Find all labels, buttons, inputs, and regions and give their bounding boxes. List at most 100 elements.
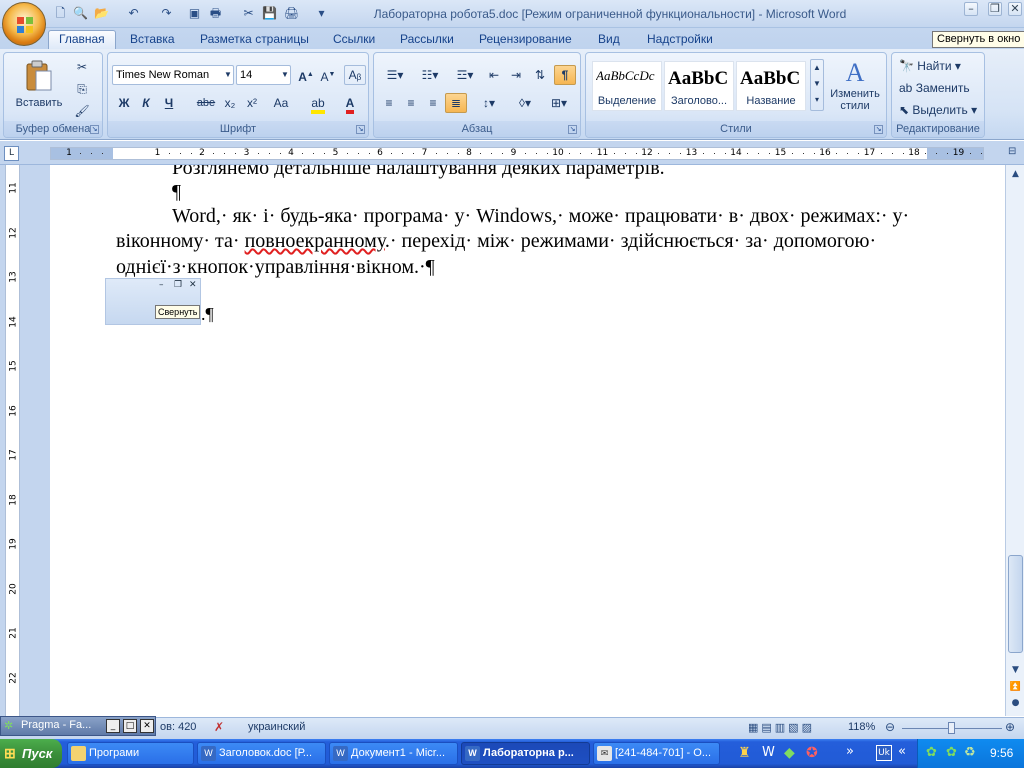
taskbar-item-zagolovok[interactable]: W Заголовок.doc [Р... — [197, 742, 326, 765]
embedded-window-controls-image[interactable]: – ❐ ✕ Свернуть — [105, 278, 201, 325]
font-color-icon[interactable]: A — [336, 93, 364, 114]
select-browse-object-icon[interactable]: ● — [1008, 696, 1023, 711]
pragma-close-button[interactable]: ✕ — [140, 719, 154, 733]
strikethrough-button[interactable]: abe — [194, 93, 218, 113]
borders-icon[interactable]: ⊞▾ — [544, 93, 574, 113]
language-switch[interactable]: Uk — [876, 745, 892, 761]
grow-font-button[interactable]: A▲ — [296, 65, 316, 85]
align-right-icon[interactable]: ≡ — [423, 93, 443, 113]
view-buttons[interactable]: ▦▤▥▧▨ — [748, 721, 838, 736]
vertical-ruler[interactable]: 11 12 13 14 15 16 17 18 19 20 21 22 — [5, 165, 20, 716]
dialog-launcher-icon[interactable]: ↘ — [90, 125, 99, 134]
quicklaunch-app3-icon[interactable]: ✪ — [806, 745, 818, 761]
language-indicator[interactable]: украинский — [248, 721, 305, 733]
tray-network-icon[interactable]: ✿ — [926, 745, 937, 760]
sort-icon[interactable]: ⇅ — [530, 65, 550, 85]
zoom-in-icon[interactable]: ⊕ — [1005, 720, 1015, 734]
style-heading[interactable]: AaBbC Заголово... — [664, 61, 734, 111]
close-button[interactable]: ✕ — [1008, 2, 1022, 16]
print-icon[interactable]: 🖶 — [207, 5, 224, 22]
save-icon[interactable]: 💾 — [261, 5, 278, 22]
quicklaunch-app2-icon[interactable]: ◆ — [784, 745, 795, 761]
italic-button[interactable]: К — [136, 93, 156, 113]
taskbar-item-document1[interactable]: W Документ1 - Micr... — [329, 742, 458, 765]
scroll-down-icon[interactable]: ▼ — [1008, 663, 1023, 678]
bold-button[interactable]: Ж — [114, 93, 134, 113]
multilevel-list-icon[interactable]: ☲▾ — [449, 65, 481, 85]
tab-mailings[interactable]: Рассылки — [400, 32, 454, 50]
new-doc-icon[interactable]: 🗋 — [52, 5, 69, 22]
taskbar-item-messenger[interactable]: ✉ [241-484-701] - О... — [593, 742, 720, 765]
redo-icon[interactable]: ↷ — [158, 5, 175, 22]
tab-review[interactable]: Рецензирование — [479, 32, 572, 50]
tab-selector-button[interactable]: L — [4, 146, 19, 161]
tab-view[interactable]: Вид — [598, 32, 620, 50]
minimize-button[interactable]: – — [964, 2, 978, 16]
chevron-down-icon[interactable]: ▼ — [222, 65, 234, 85]
numbering-icon[interactable]: ☷▾ — [414, 65, 446, 85]
shading-icon[interactable]: ◊▾ — [510, 93, 540, 113]
styles-scroll-icon[interactable]: ▲ ▼ ▾ — [810, 59, 824, 111]
pragma-minimize-button[interactable]: _ — [106, 719, 120, 733]
find-button[interactable]: 🔭 Найти ▾ — [895, 56, 981, 76]
font-name-field[interactable]: Times New Roman — [112, 65, 234, 85]
cut-icon[interactable]: ✂ — [240, 5, 257, 22]
clear-format-icon[interactable]: Aᵦ — [344, 65, 366, 85]
tab-insert[interactable]: Вставка — [130, 32, 175, 50]
copy-icon[interactable]: ⎘ — [72, 79, 92, 99]
previous-page-icon[interactable]: ⏫ — [1008, 680, 1023, 695]
quick-print-icon[interactable]: 🖨 — [283, 5, 300, 22]
taskbar-item-lab-work[interactable]: W Лабораторна р... — [461, 742, 590, 765]
zoom-slider-thumb[interactable] — [948, 722, 955, 734]
pragma-toolbar[interactable]: ✲ Pragma - Fa... _ □ ✕ — [0, 716, 156, 736]
tray-app-icon[interactable]: ✿ — [946, 745, 957, 760]
align-center-icon[interactable]: ≡ — [401, 93, 421, 113]
tab-addins[interactable]: Надстройки — [647, 32, 713, 50]
start-button[interactable]: ⊞ Пуск — [0, 739, 62, 768]
decrease-indent-icon[interactable]: ⇤ — [484, 65, 504, 85]
restore-button[interactable]: ❐ — [988, 2, 1002, 16]
quicklaunch-app-icon[interactable]: ♜ — [738, 745, 751, 761]
document-page[interactable]: Розглянемо детальніше налаштування деяки… — [50, 165, 984, 716]
cut-icon[interactable]: ✂ — [72, 57, 92, 77]
horizontal-ruler[interactable]: 1 1 2 3 4 5 6 7 8 9 10 11 12 13 14 15 16 17 18 19 — [50, 147, 984, 160]
pragma-maximize-button[interactable]: □ — [123, 719, 137, 733]
select-button[interactable]: ⬉ Выделить ▾ — [895, 100, 981, 120]
proofing-icon[interactable]: ✗ — [214, 720, 224, 734]
highlight-icon[interactable]: ab — [304, 93, 332, 114]
zoom-out-icon[interactable]: ⊖ — [885, 720, 895, 734]
increase-indent-icon[interactable]: ⇥ — [506, 65, 526, 85]
justify-icon[interactable]: ≣ — [445, 93, 467, 113]
paste-button[interactable]: Вставить — [10, 57, 68, 121]
change-case-button[interactable]: Aa — [266, 93, 296, 113]
quicklaunch-word-icon[interactable]: W — [762, 745, 775, 760]
tray-expand-icon[interactable]: « — [898, 744, 906, 759]
replace-button[interactable]: ab Заменить — [895, 78, 981, 98]
change-styles-button[interactable]: A Изменить стили — [826, 57, 884, 119]
dialog-launcher-icon[interactable]: ↘ — [568, 125, 577, 134]
line-spacing-icon[interactable]: ↕▾ — [474, 93, 504, 113]
bullets-icon[interactable]: ☰▾ — [379, 65, 411, 85]
align-left-icon[interactable]: ≡ — [379, 93, 399, 113]
underline-button[interactable]: Ч — [158, 93, 180, 113]
vertical-scrollbar[interactable]: ▲ ▼ ⏫ ● — [1005, 165, 1024, 716]
tray-sync-icon[interactable]: ♻ — [964, 745, 976, 760]
zoom-level[interactable]: 118% — [848, 721, 875, 733]
format-painter-icon[interactable]: 🖌 — [72, 101, 92, 121]
word-count[interactable]: ов: 420 — [160, 721, 196, 733]
taskbar-item-folder[interactable]: Програми — [67, 742, 194, 765]
scroll-up-icon[interactable]: ▲ — [1008, 167, 1023, 182]
subscript-button[interactable]: x₂ — [220, 93, 240, 113]
dialog-launcher-icon[interactable]: ↘ — [356, 125, 365, 134]
clock[interactable]: 9:56 — [990, 746, 1013, 760]
open-icon[interactable]: 📂 — [93, 5, 110, 22]
view-ruler-icon[interactable]: ⊟ — [1008, 146, 1022, 160]
office-button[interactable] — [2, 2, 46, 46]
show-formatting-button[interactable]: ¶ — [554, 65, 576, 85]
print-preview-icon[interactable]: 🔍 — [72, 5, 89, 22]
taskbar-expand-icon[interactable]: » — [846, 744, 854, 759]
tab-references[interactable]: Ссылки — [333, 32, 375, 50]
undo-icon[interactable]: ↶ — [125, 5, 142, 22]
style-emphasis[interactable]: AaBbCcDc Выделение — [592, 61, 662, 111]
tab-page-layout[interactable]: Разметка страницы — [200, 32, 309, 50]
